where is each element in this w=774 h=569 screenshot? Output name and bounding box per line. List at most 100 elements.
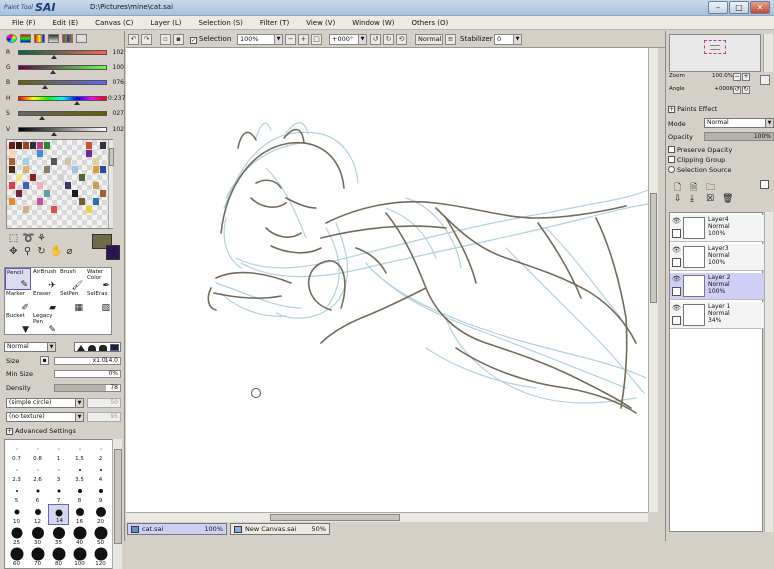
brush-size-option[interactable]: 20 — [90, 504, 111, 525]
canvas-vertical-scrollbar[interactable] — [648, 48, 658, 512]
eyedropper-icon[interactable]: ⌀ — [64, 247, 75, 258]
merge-down-icon[interactable]: ⤓ — [690, 194, 694, 204]
tool-seleras[interactable]: SelEras ▧ — [86, 290, 112, 313]
layer-row[interactable]: 👁 Layer3 Normal 100% — [670, 244, 764, 271]
layer-panel-toggle-icon[interactable] — [760, 180, 769, 189]
size-slider[interactable]: x1.0 14.0 — [54, 357, 121, 365]
swatch[interactable] — [44, 190, 50, 197]
nav-angle-row[interactable]: Angle +0006 — [669, 86, 733, 95]
nav-zoom-in-icon[interactable]: + — [742, 73, 750, 81]
menu-layer[interactable]: Layer (L) — [150, 19, 181, 27]
menu-file[interactable]: File (F) — [12, 19, 35, 27]
brush-size-option[interactable]: 2.3 — [6, 462, 27, 483]
tool-watercolor[interactable]: Water Color ✒ — [86, 268, 112, 291]
tip-triangle-icon[interactable] — [77, 345, 85, 351]
scratchpad-icon[interactable] — [76, 34, 87, 43]
swatch[interactable] — [9, 182, 15, 189]
brush-size-option[interactable]: 30 — [27, 525, 48, 546]
brush-size-option[interactable]: 35 — [48, 525, 69, 546]
density-slider[interactable]: 78 — [54, 384, 121, 392]
brush-size-option[interactable]: 3.5 — [69, 462, 90, 483]
swatch-scroll-thumb[interactable] — [109, 148, 114, 166]
swatch[interactable] — [16, 174, 22, 181]
selection-toggle[interactable]: ✓ Selection — [190, 34, 231, 45]
zoom-field[interactable]: 100% ▼ — [237, 34, 283, 45]
min-size-slider[interactable]: 0% — [54, 370, 121, 378]
size-lock-icon[interactable]: ▪ — [40, 356, 49, 365]
layer-opacity-slider[interactable]: 100% — [704, 132, 774, 141]
swatch[interactable] — [23, 166, 29, 173]
swatch[interactable] — [93, 166, 99, 173]
magic-wand-icon[interactable]: ⚘ — [36, 234, 47, 245]
slider-h[interactable]: H 0:237 — [4, 94, 125, 105]
stabilizer-field[interactable]: 0 ▼ — [494, 34, 522, 45]
swatch[interactable] — [86, 150, 92, 157]
doc-tab-new-canvas[interactable]: New Canvas.sai 50% — [230, 523, 330, 535]
brush-size-scroll-thumb[interactable] — [114, 449, 122, 544]
nav-zoom-row[interactable]: Zoom 100.0% — [669, 73, 733, 82]
brush-shape-strength[interactable]: 50 — [87, 398, 121, 408]
brush-size-option[interactable]: 9 — [90, 483, 111, 504]
swatch[interactable] — [72, 166, 78, 173]
swatch[interactable] — [37, 198, 43, 205]
brush-size-option[interactable]: 10 — [6, 504, 27, 525]
layer-lock-icon[interactable] — [672, 229, 681, 238]
redo-icon[interactable]: ↷ — [141, 34, 152, 45]
blend-mode-select[interactable]: Normal ▼ — [4, 342, 56, 352]
swatch[interactable] — [79, 174, 85, 181]
slider-s-track[interactable] — [18, 111, 107, 116]
swatch[interactable] — [65, 158, 71, 165]
brush-size-option[interactable]: 100 — [69, 546, 90, 567]
slider-v-handle[interactable] — [51, 132, 57, 136]
brush-texture-select[interactable]: (no texture) ▼ — [6, 412, 84, 422]
color-wheel-icon[interactable] — [6, 34, 17, 43]
swatch[interactable] — [65, 182, 71, 189]
layer-list-scrollbar[interactable] — [764, 212, 773, 532]
undo-icon[interactable]: ↶ — [128, 34, 139, 45]
nav-zoom-out-icon[interactable]: − — [733, 73, 741, 81]
swatch[interactable] — [44, 166, 50, 173]
minimize-button[interactable]: – — [708, 1, 728, 14]
swatch[interactable] — [100, 166, 106, 173]
swatch[interactable] — [72, 190, 78, 197]
swatch[interactable] — [58, 174, 64, 181]
navigator-preview[interactable] — [669, 34, 761, 72]
tool-pencil[interactable]: Pencil ✎ — [5, 268, 31, 290]
swatch[interactable] — [23, 142, 29, 149]
tool-bucket[interactable]: Bucket ▼ — [5, 312, 31, 335]
slider-b-track[interactable] — [18, 80, 107, 85]
swatch[interactable] — [37, 142, 43, 149]
swatch[interactable] — [30, 142, 36, 149]
menu-edit[interactable]: Edit (E) — [52, 19, 78, 27]
swatch[interactable] — [51, 206, 57, 213]
slider-h-handle[interactable] — [74, 101, 80, 105]
slider-r-track[interactable] — [18, 50, 107, 55]
hand-icon[interactable]: ✋ — [50, 247, 62, 258]
tool-marker[interactable]: Marker ✐ — [5, 290, 31, 313]
brush-size-option[interactable]: 80 — [48, 546, 69, 567]
swatch[interactable] — [9, 158, 15, 165]
slider-g[interactable]: G 100 — [4, 63, 124, 74]
swatch[interactable] — [9, 142, 15, 149]
tool-brush[interactable]: Brush 🖌 — [59, 268, 85, 291]
selection-checkbox[interactable]: ✓ — [190, 37, 197, 44]
eye-icon[interactable]: 👁 — [672, 217, 681, 226]
brush-size-option[interactable]: 6 — [27, 483, 48, 504]
delete-layer-icon[interactable]: 🗑 — [722, 194, 733, 204]
rgb-slider-icon[interactable] — [20, 34, 31, 43]
rotate-left-icon[interactable]: ↺ — [370, 34, 381, 45]
hsv-slider-icon[interactable] — [34, 34, 45, 43]
swatch[interactable] — [86, 206, 92, 213]
brush-size-option[interactable]: 8 — [69, 483, 90, 504]
brush-size-option[interactable]: 4 — [90, 462, 111, 483]
brush-size-option[interactable]: 50 — [90, 525, 111, 546]
nav-rotate-left-icon[interactable]: ↺ — [733, 86, 741, 94]
brush-size-option[interactable]: 12 — [27, 504, 48, 525]
swatch[interactable] — [16, 142, 22, 149]
swatch[interactable] — [16, 190, 22, 197]
tool-airbrush[interactable]: AirBrush ✈ — [32, 268, 58, 291]
move-icon[interactable]: ✥ — [8, 247, 19, 258]
eye-icon[interactable]: 👁 — [672, 275, 681, 284]
zoom-out-icon[interactable]: − — [285, 34, 296, 45]
layer-lock-icon[interactable] — [672, 316, 681, 325]
